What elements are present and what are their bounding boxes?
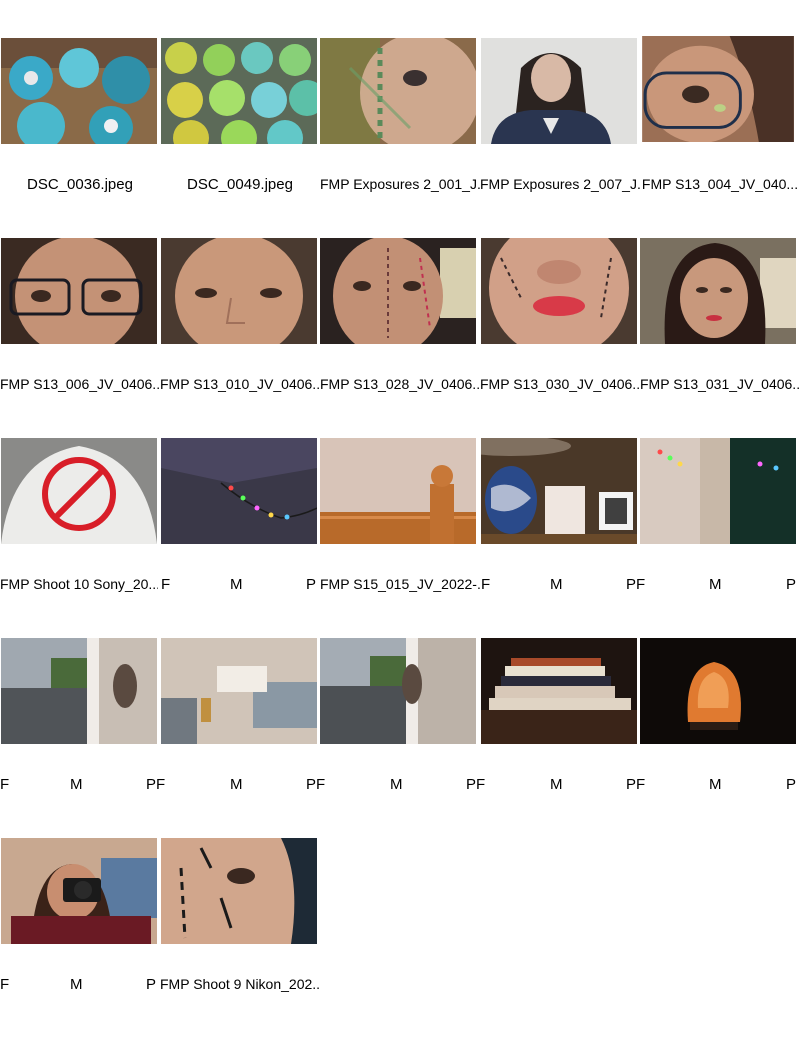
label-fragment: P — [786, 776, 797, 793]
thumbnail-camera-selfie[interactable] — [1, 838, 157, 944]
truncated-label-fragments: F M P F M PF M P — [0, 576, 800, 596]
label-fragment: PF — [626, 576, 646, 593]
label-fragment: M — [230, 776, 243, 793]
filename-label: DSC_0036.jpeg — [27, 176, 133, 193]
label-fragment: PF — [466, 776, 486, 793]
grid-row-3: FMP Shoot 10 Sony_20... FMP S15_015_JV_2… — [0, 438, 800, 638]
filename-label: FMP Exposures 2_001_J... — [320, 176, 480, 192]
thumbnail-book-stack[interactable] — [481, 638, 637, 744]
label-fragment: M — [390, 776, 403, 793]
label-fragment: P — [146, 976, 157, 993]
label-fragment: PF — [626, 776, 646, 793]
filename-label: FMP S13_010_JV_0406... — [160, 376, 320, 392]
label-fragment: M — [550, 576, 563, 593]
filename-label: FMP Shoot 9 Nikon_202... — [160, 976, 320, 992]
thumbnail-dsc-0036[interactable] — [1, 38, 157, 144]
thumbnail-fmp-exposures-001[interactable] — [320, 38, 476, 144]
grid-row-2: FMP S13_006_JV_0406... FMP S13_010_JV_04… — [0, 238, 800, 438]
truncated-label-fragments: F M PF M PF M PF M PF M P — [0, 776, 800, 796]
grid-row-4: F M PF M PF M PF M PF M P — [0, 638, 800, 838]
filename-label: FMP S13_004_JV_040... — [641, 176, 799, 192]
thumbnail-window-driveway-2[interactable] — [320, 638, 476, 744]
label-fragment: PF — [306, 776, 326, 793]
grid-row-1: DSC_0036.jpeg DSC_0049.jpeg FMP Exposure… — [0, 36, 800, 238]
grid-row-5: F M P FMP Shoot 9 Nikon_202... — [0, 838, 800, 1038]
label-fragment: F — [0, 776, 10, 793]
thumbnail-grid: DSC_0036.jpeg DSC_0049.jpeg FMP Exposure… — [0, 36, 800, 1038]
thumbnail-window-sign[interactable] — [161, 638, 317, 744]
thumbnail-shelf-vase[interactable] — [481, 438, 637, 544]
thumbnail-fmp-s13-028[interactable] — [320, 238, 476, 344]
label-fragment: F — [481, 576, 491, 593]
filename-label: DSC_0049.jpeg — [187, 176, 293, 193]
thumbnail-fmp-s13-030[interactable] — [481, 238, 637, 344]
filename-label: FMP S13_031_JV_0406... — [640, 376, 800, 392]
thumbnail-fmp-s13-004[interactable] — [640, 36, 796, 145]
label-fragment: M — [70, 976, 83, 993]
filename-label: FMP S13_030_JV_0406... — [480, 376, 640, 392]
thumbnail-salt-lamp[interactable] — [640, 638, 796, 744]
thumbnail-fmp-shoot-10[interactable] — [1, 438, 157, 544]
thumbnail-dsc-0049[interactable] — [161, 38, 317, 144]
label-fragment: M — [709, 576, 722, 593]
thumbnail-fmp-s13-006[interactable] — [1, 238, 157, 344]
filename-label: FMP S13_028_JV_0406... — [320, 376, 480, 392]
label-fragment: M — [709, 776, 722, 793]
thumbnail-window-driveway-1[interactable] — [1, 638, 157, 744]
thumbnail-fairy-lights[interactable] — [161, 438, 317, 544]
thumbnail-doorway-lights[interactable] — [640, 438, 796, 544]
filename-label: FMP Exposures 2_007_J... — [480, 176, 640, 192]
label-fragment: M — [550, 776, 563, 793]
label-fragment: PF — [146, 776, 166, 793]
label-fragment: P — [786, 576, 797, 593]
label-fragment: P — [306, 576, 317, 593]
label-fragment: M — [230, 576, 243, 593]
thumbnail-fmp-s15-015[interactable] — [320, 438, 476, 544]
thumbnail-fmp-shoot-9[interactable] — [161, 838, 317, 944]
label-fragment: F — [0, 976, 10, 993]
truncated-label-fragments: F M P — [0, 976, 800, 996]
label-fragment: F — [161, 576, 171, 593]
filename-label: FMP S13_006_JV_0406... — [0, 376, 160, 392]
thumbnail-fmp-s13-031[interactable] — [640, 238, 796, 344]
thumbnail-fmp-s13-010[interactable] — [161, 238, 317, 344]
thumbnail-fmp-exposures-007[interactable] — [481, 38, 637, 144]
label-fragment: M — [70, 776, 83, 793]
